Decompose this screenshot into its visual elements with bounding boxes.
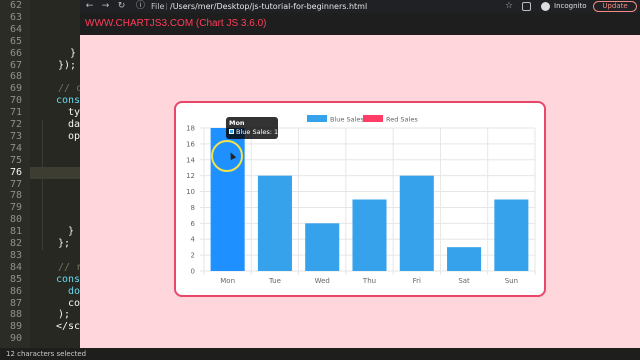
y-tick-label: 10: [186, 188, 195, 196]
y-tick-label: 6: [191, 220, 196, 228]
bar: [352, 199, 387, 271]
y-tick-label: 18: [186, 125, 195, 133]
bar-chart[interactable]: 0 2 4 6 8 10 12 14 16 18 Mon Tue Wed Thu Fri Sat Sun Blue…: [0, 0, 640, 360]
legend-swatch: [307, 115, 327, 122]
bar: [494, 199, 529, 271]
legend-label: Blue Sales: [330, 116, 364, 124]
chart-tooltip: Mon Blue Sales: 18: [226, 117, 282, 139]
x-tick-label: Thu: [362, 277, 376, 285]
editor-status-bar: 12 characters selected: [0, 348, 640, 360]
tooltip-color-swatch: [229, 129, 234, 134]
y-tick-label: 8: [191, 204, 195, 212]
y-tick-label: 2: [191, 252, 195, 260]
selection-status: 12 characters selected: [6, 350, 87, 358]
x-tick-label: Wed: [315, 277, 330, 285]
cursor-highlight-ring: [211, 140, 243, 172]
x-tick-label: Mon: [220, 277, 235, 285]
x-tick-label: Tue: [268, 277, 281, 285]
x-tick-label: Sun: [505, 277, 518, 285]
x-tick-label: Fri: [413, 277, 421, 285]
bar: [399, 175, 434, 271]
y-tick-label: 16: [186, 140, 195, 148]
x-tick-label: Sat: [458, 277, 470, 285]
y-tick-label: 14: [186, 156, 195, 164]
tooltip-title: Mon: [229, 119, 245, 127]
y-tick-label: 12: [186, 172, 195, 180]
legend-swatch: [363, 115, 383, 122]
bar: [257, 175, 292, 271]
y-tick-label: 0: [191, 268, 195, 276]
bar: [447, 247, 482, 271]
y-tick-label: 4: [191, 236, 196, 244]
legend-label: Red Sales: [386, 116, 418, 124]
bar: [305, 223, 340, 271]
tooltip-text: Blue Sales: 18: [236, 128, 283, 136]
